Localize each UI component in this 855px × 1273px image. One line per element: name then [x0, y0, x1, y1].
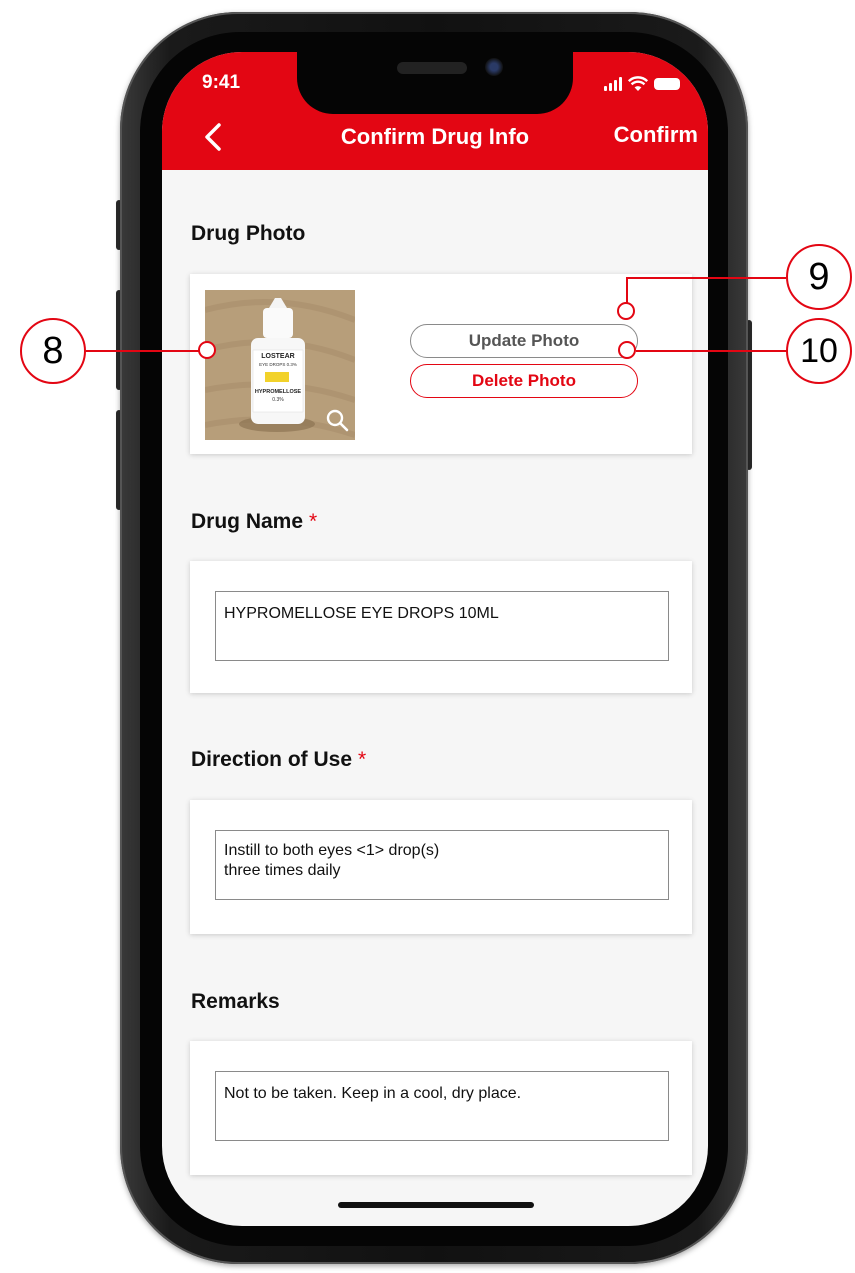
front-camera	[485, 58, 503, 76]
callout-10-line	[636, 350, 786, 352]
drug-name-heading: Drug Name *	[191, 510, 317, 534]
bottle-label-line-3: HYPROMELLOSE	[255, 389, 301, 395]
status-icons	[604, 76, 680, 92]
callout-8: 8	[20, 318, 86, 384]
required-asterisk: *	[358, 748, 367, 771]
callout-9-dot	[617, 302, 635, 320]
bottle-label-line-2: EYE DROPS 0.3%	[259, 362, 297, 367]
remarks-heading: Remarks	[191, 990, 280, 1013]
delete-photo-button[interactable]: Delete Photo	[410, 364, 638, 398]
callout-9-line-h	[626, 277, 786, 279]
drug-photo-thumbnail[interactable]: LOSTEAR EYE DROPS 0.3% HYPROMELLOSE 0.3%	[205, 290, 355, 440]
home-indicator	[338, 1202, 534, 1208]
confirm-button[interactable]: Confirm	[614, 122, 698, 148]
direction-heading: Direction of Use *	[191, 748, 366, 772]
drug-name-label: Drug Name	[191, 510, 304, 533]
battery-icon	[654, 78, 680, 90]
update-photo-button[interactable]: Update Photo	[410, 324, 638, 358]
remarks-input[interactable]: Not to be taken. Keep in a cool, dry pla…	[215, 1071, 669, 1141]
direction-card: Instill to both eyes <1> drop(s) three t…	[190, 800, 692, 934]
callout-10: 10	[786, 318, 852, 384]
drug-name-card: HYPROMELLOSE EYE DROPS 10ML	[190, 561, 692, 693]
required-asterisk: *	[309, 510, 318, 533]
status-time: 9:41	[202, 72, 241, 93]
bottle-label-line-1: LOSTEAR	[261, 353, 294, 360]
magnifier-icon[interactable]	[325, 408, 349, 432]
bottle-label-line-4: 0.3%	[272, 397, 284, 403]
callout-8-line	[86, 350, 208, 352]
direction-label: Direction of Use	[191, 748, 353, 771]
wifi-icon	[628, 76, 648, 91]
callout-10-dot	[618, 341, 636, 359]
callout-9: 9	[786, 244, 852, 310]
notch	[297, 52, 573, 114]
callout-8-dot	[198, 341, 216, 359]
drug-photo-card: LOSTEAR EYE DROPS 0.3% HYPROMELLOSE 0.3%…	[190, 274, 692, 454]
remarks-card: Not to be taken. Keep in a cool, dry pla…	[190, 1041, 692, 1175]
drug-name-input[interactable]: HYPROMELLOSE EYE DROPS 10ML	[215, 591, 669, 661]
signal-icon	[604, 77, 622, 91]
speaker	[397, 62, 467, 74]
callout-9-line-v	[626, 277, 628, 305]
direction-input[interactable]: Instill to both eyes <1> drop(s) three t…	[215, 830, 669, 900]
app-screen: 9:41 Confirm Drug Info Confirm Drug Phot…	[162, 52, 708, 1226]
drug-photo-heading: Drug Photo	[191, 222, 306, 245]
